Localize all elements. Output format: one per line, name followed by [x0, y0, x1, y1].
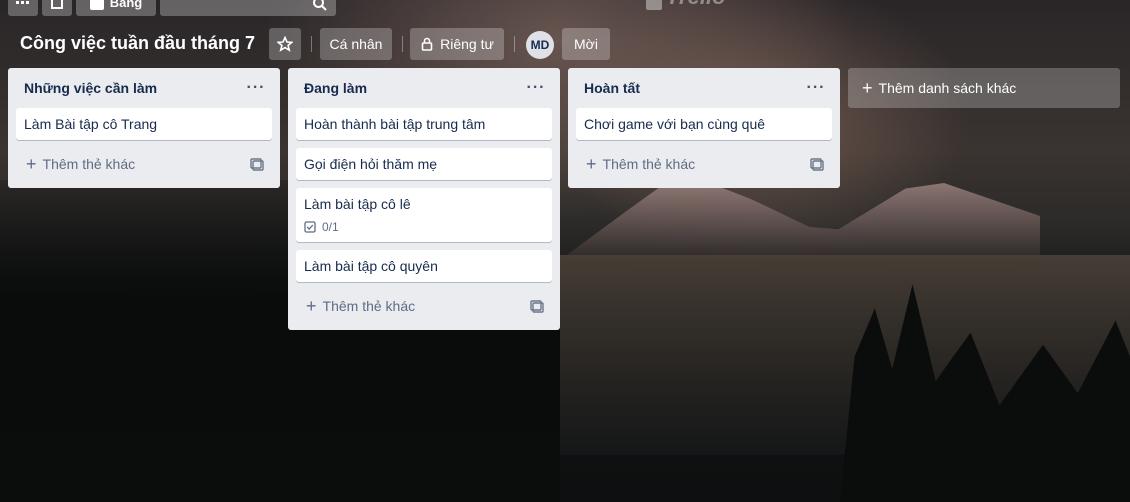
- list-menu-icon[interactable]: ···: [244, 76, 268, 100]
- add-card-label: Thêm thẻ khác: [602, 156, 696, 172]
- card[interactable]: Làm bài tập cô lê 0/1: [296, 188, 552, 242]
- header-divider: [311, 36, 312, 52]
- card[interactable]: Gọi điện hỏi thăm mẹ: [296, 148, 552, 180]
- list-title[interactable]: Đang làm: [304, 80, 367, 96]
- checklist-count: 0/1: [322, 220, 339, 234]
- add-list-button[interactable]: + Thêm danh sách khác: [848, 68, 1120, 108]
- invite-button[interactable]: Mời: [562, 28, 610, 60]
- list-title[interactable]: Những việc cần làm: [24, 80, 157, 96]
- board-icon: [89, 0, 104, 10]
- list-header: Hoàn tất ···: [576, 68, 832, 108]
- star-board-button[interactable]: [269, 28, 301, 60]
- plus-icon: +: [26, 153, 37, 174]
- board-title[interactable]: Công việc tuần đầu tháng 7: [20, 33, 255, 54]
- plus-icon: +: [586, 153, 597, 174]
- card-title: Làm bài tập cô lê: [304, 196, 411, 212]
- add-card-label: Thêm thẻ khác: [42, 156, 136, 172]
- add-list-label: Thêm danh sách khác: [878, 80, 1017, 96]
- list-title[interactable]: Hoàn tất: [584, 80, 640, 96]
- apps-menu-button[interactable]: [8, 0, 38, 16]
- top-navigation-bar: Bảng Trello: [0, 0, 1130, 16]
- card-template-icon[interactable]: [810, 157, 824, 171]
- grid-icon: [16, 1, 29, 4]
- logo-text: Trello: [666, 0, 726, 10]
- star-icon: [277, 36, 293, 52]
- list-todo: Những việc cần làm ··· Làm Bài tập cô Tr…: [8, 68, 280, 188]
- card[interactable]: Chơi game với bạn cùng quê: [576, 108, 832, 140]
- card[interactable]: Hoàn thành bài tập trung tâm: [296, 108, 552, 140]
- team-visibility-button[interactable]: Cá nhân: [320, 28, 392, 60]
- search-icon: [313, 0, 327, 11]
- search-input[interactable]: [160, 0, 336, 16]
- add-card-label: Thêm thẻ khác: [322, 298, 416, 314]
- home-icon: [51, 0, 63, 9]
- trello-logo-icon: [646, 0, 662, 10]
- list-done: Hoàn tất ··· Chơi game với bạn cùng quê …: [568, 68, 840, 188]
- list-menu-icon[interactable]: ···: [524, 76, 548, 100]
- privacy-button[interactable]: Riêng tư: [410, 28, 504, 60]
- home-button[interactable]: [42, 0, 72, 16]
- card-template-icon[interactable]: [250, 157, 264, 171]
- boards-label: Bảng: [109, 0, 143, 10]
- plus-icon: +: [862, 77, 873, 98]
- plus-icon: +: [306, 295, 317, 316]
- list-header: Những việc cần làm ···: [16, 68, 272, 108]
- add-card-button[interactable]: + Thêm thẻ khác: [576, 148, 832, 180]
- add-card-button[interactable]: + Thêm thẻ khác: [296, 290, 552, 322]
- card[interactable]: Làm Bài tập cô Trang: [16, 108, 272, 140]
- list-header: Đang làm ···: [296, 68, 552, 108]
- list-in-progress: Đang làm ··· Hoàn thành bài tập trung tâ…: [288, 68, 560, 330]
- add-card-button[interactable]: + Thêm thẻ khác: [16, 148, 272, 180]
- list-menu-icon[interactable]: ···: [804, 76, 828, 100]
- checklist-badge: 0/1: [304, 220, 544, 234]
- header-divider: [514, 36, 515, 52]
- lock-icon: [421, 37, 433, 51]
- header-divider: [402, 36, 403, 52]
- privacy-label: Riêng tư: [440, 36, 494, 52]
- checklist-icon: [304, 221, 316, 233]
- boards-button[interactable]: Bảng: [76, 0, 156, 16]
- trello-logo[interactable]: Trello: [646, 0, 726, 10]
- card[interactable]: Làm bài tập cô quyên: [296, 250, 552, 282]
- member-avatar[interactable]: MD: [526, 31, 554, 59]
- board-header: Công việc tuần đầu tháng 7 Cá nhân Riêng…: [0, 28, 1130, 62]
- card-template-icon[interactable]: [530, 299, 544, 313]
